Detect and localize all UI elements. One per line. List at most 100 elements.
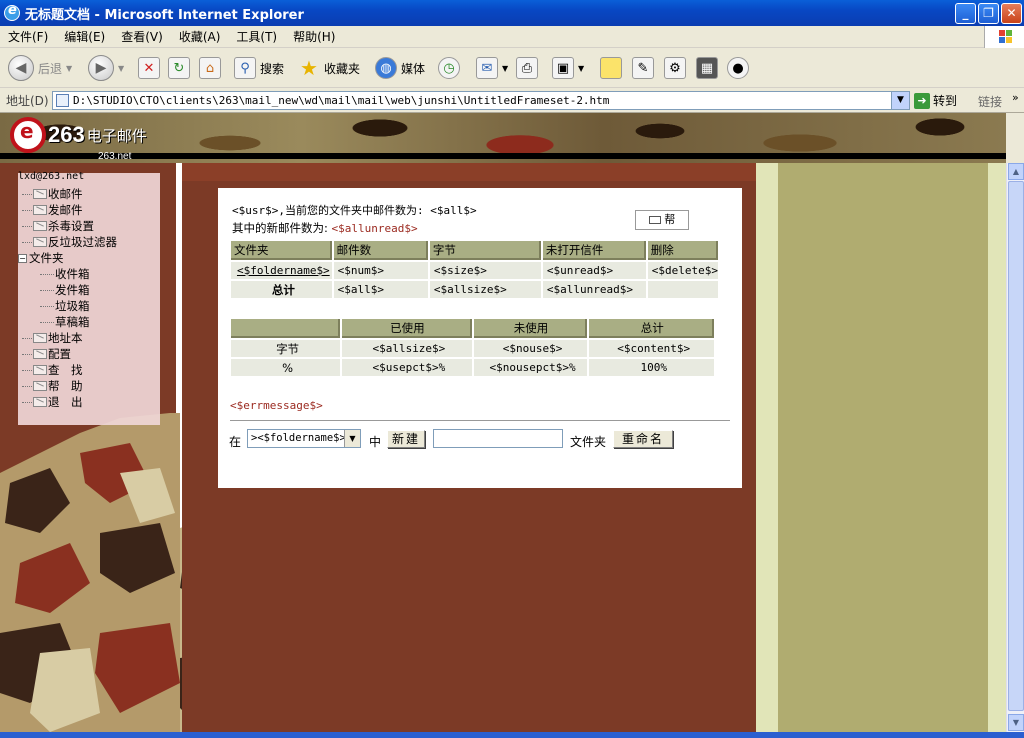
address-label: 地址(D) <box>6 93 49 108</box>
refresh-icon: ↻ <box>168 57 190 79</box>
messenger-button[interactable]: ⚙ <box>664 54 686 82</box>
tree-item-search[interactable]: 查 找 <box>22 362 83 378</box>
favorites-button[interactable]: ★ 收藏夹 <box>298 54 360 82</box>
research-button[interactable]: ✎ <box>632 54 654 82</box>
tree-folder-drafts[interactable]: 草稿箱 <box>40 314 90 330</box>
favorites-star-icon: ★ <box>300 56 318 80</box>
home-button[interactable]: ⌂ <box>199 54 221 82</box>
media-globe-icon: ◍ <box>375 57 397 79</box>
quota-table: 已使用 未使用 总计 字节 <$allsize$> <$nouse$> <$co… <box>229 317 716 378</box>
edit-button[interactable]: ▣ ▼ <box>552 54 584 82</box>
tree-item-spam-filter[interactable]: 反垃圾过滤器 <box>22 234 117 250</box>
total-unread: <$allunread$> <box>542 281 646 298</box>
folder-select[interactable]: ><$foldername$> ▼ <box>247 429 361 448</box>
quota-row-label: 字节 <box>231 340 341 357</box>
rename-button[interactable]: 重命名 <box>613 430 673 448</box>
quota-cell: <$nouse$> <box>473 340 588 357</box>
quota-col-total: 总计 <box>589 319 714 338</box>
total-size: <$allsize$> <box>429 281 541 298</box>
tree-folder-sent[interactable]: 发件箱 <box>40 282 90 298</box>
search-icon: ⚲ <box>234 57 256 79</box>
menu-file[interactable]: 文件(F) <box>0 28 56 45</box>
menu-help[interactable]: 帮助(H) <box>285 28 343 45</box>
go-button[interactable]: ➜ 转到 <box>914 92 957 109</box>
forward-button[interactable]: ▶ ▼ <box>88 54 124 82</box>
tool-button[interactable]: ▦ <box>696 54 718 82</box>
note-icon <box>600 57 622 79</box>
main-frame-top <box>182 163 756 181</box>
back-dropdown-icon: ▼ <box>66 63 73 73</box>
new-folder-button[interactable]: 新建 <box>387 430 425 448</box>
back-label: 后退 <box>38 61 63 76</box>
scroll-up-icon[interactable]: ▲ <box>1008 163 1024 180</box>
folder-tree: lxd@263.net 收邮件 发邮件 杀毒设置 反垃圾过滤器 − 文件夹 收件箱… <box>18 171 160 425</box>
maximize-button[interactable]: ❐ <box>978 3 999 24</box>
tree-folder-inbox[interactable]: 收件箱 <box>40 266 90 282</box>
stop-icon: ✕ <box>138 57 160 79</box>
collapse-icon[interactable]: − <box>18 253 27 263</box>
search-label: 搜索 <box>260 61 285 76</box>
quota-header-row: 已使用 未使用 总计 <box>231 319 714 338</box>
refresh-button[interactable]: ↻ <box>168 54 190 82</box>
quota-cell: 100% <box>589 359 714 376</box>
col-unread: 未打开信件 <box>542 241 646 260</box>
menu-edit[interactable]: 编辑(E) <box>56 28 113 45</box>
folder-name-link[interactable]: <$foldername$> <box>231 262 332 279</box>
table-total-row: 总计 <$all$> <$allsize$> <$allunread$> <box>231 281 718 298</box>
close-button[interactable]: ✕ <box>1001 3 1022 24</box>
menu-favorites[interactable]: 收藏(A) <box>171 28 229 45</box>
envelope-icon <box>33 349 47 359</box>
tree-item-help[interactable]: 帮 助 <box>22 378 83 394</box>
mail-button[interactable]: ✉ ▼ <box>476 54 508 82</box>
folder-panel: <$usr$>,当前您的文件夹中邮件数为: <$all$> 其中的新邮件数为: … <box>218 188 742 488</box>
links-chevron-icon[interactable]: » <box>1012 91 1019 104</box>
menu-bar: 文件(F) 编辑(E) 查看(V) 收藏(A) 工具(T) 帮助(H) <box>0 26 1024 48</box>
forward-dropdown-icon: ▼ <box>118 63 125 73</box>
discuss-button[interactable] <box>600 54 622 82</box>
minimize-button[interactable]: _ <box>955 3 976 24</box>
address-input[interactable]: D:\STUDIO\CTO\clients\263\mail_new\wd\ma… <box>52 91 910 110</box>
total-count: <$all$> <box>333 281 428 298</box>
mail-count-line: <$usr$>,当前您的文件夹中邮件数为: <$all$> <box>232 204 477 217</box>
tree-item-addressbook[interactable]: 地址本 <box>22 330 83 346</box>
tree-item-config[interactable]: 配置 <box>22 346 71 362</box>
chat-button[interactable]: ● <box>727 54 749 82</box>
favorites-label: 收藏夹 <box>324 61 361 76</box>
menu-tools[interactable]: 工具(T) <box>228 28 285 45</box>
home-icon: ⌂ <box>199 57 221 79</box>
scroll-thumb[interactable] <box>1008 181 1024 711</box>
tree-item-logout[interactable]: 退 出 <box>22 394 83 410</box>
media-button[interactable]: ◍ 媒体 <box>375 54 425 82</box>
menu-view[interactable]: 查看(V) <box>113 28 171 45</box>
tree-item-send[interactable]: 发邮件 <box>22 202 83 218</box>
tool-icon: ▦ <box>696 57 718 79</box>
go-label: 转到 <box>933 94 958 108</box>
links-label[interactable]: 链接 <box>978 93 1002 110</box>
back-button[interactable]: ◀ 后退 ▼ <box>8 54 72 82</box>
tree-item-antivirus[interactable]: 杀毒设置 <box>22 218 94 234</box>
account-email: lxd@263.net <box>18 171 85 182</box>
quota-col-unused: 未使用 <box>473 319 588 338</box>
quota-cell: <$nousepct$>% <box>473 359 588 376</box>
search-button[interactable]: ⚲ 搜索 <box>234 54 284 82</box>
total-label: 总计 <box>231 281 332 298</box>
delete-cell[interactable]: <$delete$> <box>647 262 718 279</box>
logo-mark-icon <box>10 117 46 153</box>
stop-button[interactable]: ✕ <box>138 54 160 82</box>
vertical-scrollbar[interactable]: ▲ ▼ <box>1006 163 1024 732</box>
print-button[interactable]: ⎙ <box>516 54 538 82</box>
folder-name-input[interactable] <box>433 429 563 448</box>
tree-folder-trash[interactable]: 垃圾箱 <box>40 298 90 314</box>
help-button[interactable]: 帮 <box>635 210 689 230</box>
address-dropdown-icon[interactable]: ▼ <box>891 91 910 110</box>
envelope-icon <box>33 189 47 199</box>
tree-item-inbox-fetch[interactable]: 收邮件 <box>22 186 83 202</box>
tree-folder-root[interactable]: − 文件夹 <box>18 250 64 266</box>
col-folder: 文件夹 <box>231 241 332 260</box>
scroll-down-icon[interactable]: ▼ <box>1008 714 1024 731</box>
window-title-bar: 无标题文档 - Microsoft Internet Explorer <box>0 0 1024 26</box>
camo-jacket-left <box>0 413 180 732</box>
banner-divider <box>0 153 1006 159</box>
history-button[interactable]: ◷ <box>438 54 460 82</box>
go-arrow-icon: ➜ <box>914 92 930 109</box>
